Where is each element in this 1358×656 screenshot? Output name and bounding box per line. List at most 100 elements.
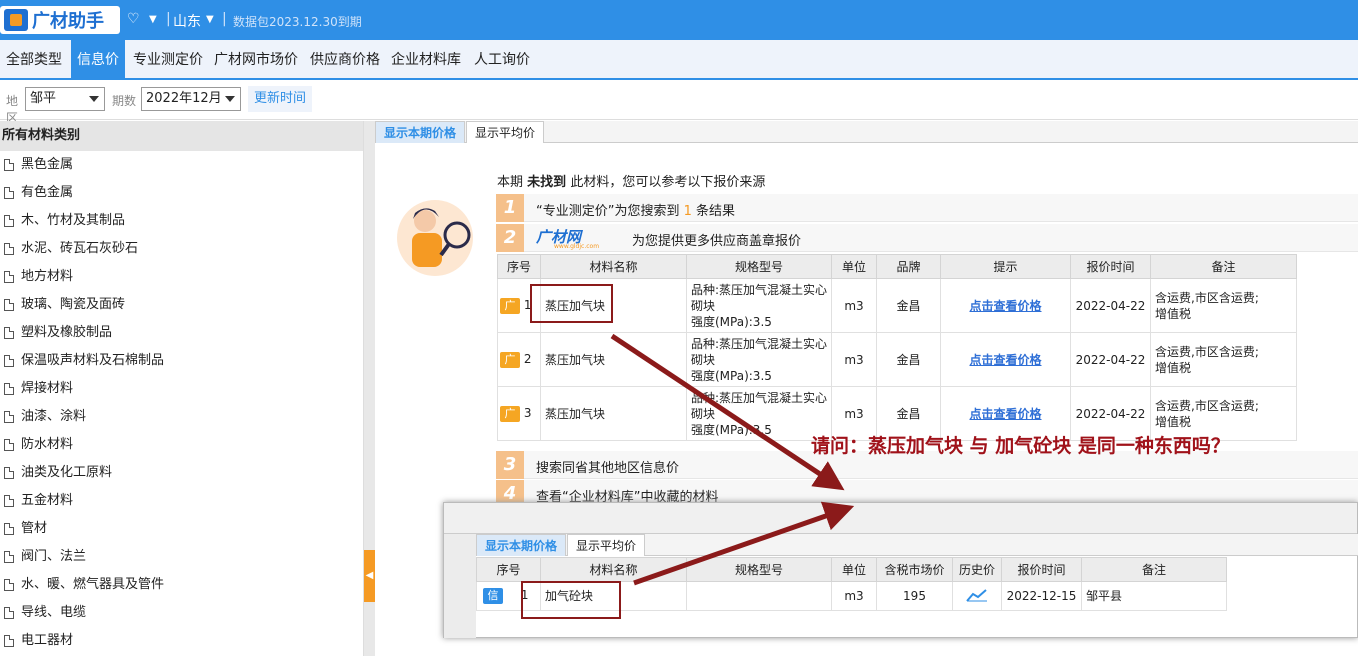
document-icon (4, 607, 14, 619)
tab-professional-price[interactable]: 专业测定价 (127, 40, 209, 78)
view-price-link[interactable]: 点击查看价格 (969, 407, 1041, 421)
spec: 品种:蒸压加气混凝土实心 砌块 强度(MPa):3.5 (686, 278, 832, 333)
sidebar-header: 所有材料类别 (0, 121, 363, 151)
region-value: 邹平 (30, 91, 57, 106)
note: 含运费,市区含运费; 增值税 (1150, 332, 1297, 387)
logo-text: 广材助手 (32, 11, 104, 32)
question-annotation: 请问：蒸压加气块 与 加气砼块 是同一种东西吗？ (811, 435, 1230, 457)
sidebar-item[interactable]: 管材 (0, 515, 363, 543)
document-icon (4, 579, 14, 591)
period-dropdown[interactable]: 2022年12月 (141, 87, 241, 111)
region-select[interactable]: 山东 (173, 11, 201, 31)
sidebar-item-label: 油漆、涂料 (21, 409, 87, 424)
inset-toolbar (444, 503, 1357, 534)
document-icon (4, 467, 14, 479)
document-icon (4, 159, 14, 171)
table-row[interactable]: 广 2 蒸压加气块 品种:蒸压加气混凝土实心 砌块 强度(MPa):3.5 m3 金昌 点击查… (497, 332, 1297, 387)
document-icon (4, 635, 14, 647)
sidebar-item[interactable]: 塑料及橡胶制品 (0, 319, 363, 347)
sidebar-item-label: 有色金属 (21, 185, 74, 200)
tab-info-price[interactable]: 信息价 (71, 40, 125, 78)
source-step-1[interactable]: 1 “专业测定价”为您搜索到 1 条结果 (496, 194, 1358, 222)
table-row[interactable]: 广 1 蒸压加气块 品种:蒸压加气混凝土实心 砌块 强度(MPa):3.5 m3 金昌 点击查… (497, 278, 1297, 333)
logo-icon (4, 9, 28, 31)
sidebar-item[interactable]: 玻璃、陶瓷及面砖 (0, 291, 363, 319)
sidebar-item-label: 水泥、砖瓦石灰砂石 (21, 241, 139, 256)
document-icon (4, 271, 14, 283)
inset-tab-current-price[interactable]: 显示本期价格 (476, 534, 567, 556)
guangcai-tag: 广 (500, 351, 520, 368)
guangcai-tag: 广 (500, 297, 520, 314)
sidebar-item[interactable]: 黑色金属 (0, 151, 363, 179)
sidebar-item[interactable]: 防水材料 (0, 431, 363, 459)
separator: | (222, 11, 227, 27)
step-number: 3 (496, 451, 524, 479)
sidebar-item-label: 玻璃、陶瓷及面砖 (21, 297, 126, 312)
step-number: 2 (496, 224, 524, 252)
sidebar-item-label: 焊接材料 (21, 381, 74, 396)
inset-subtabs: 显示本期价格 显示平均价 (476, 534, 1358, 556)
material-name: 蒸压加气块 (540, 332, 687, 387)
sidebar-item-label: 管材 (21, 521, 48, 536)
tab-all-types[interactable]: 全部类型 (0, 40, 68, 78)
sidebar-item[interactable]: 导线、电缆 (0, 599, 363, 627)
sidebar-item[interactable]: 电工器材 (0, 627, 363, 655)
sidebar-item[interactable]: 木、竹材及其制品 (0, 207, 363, 235)
view-price-link[interactable]: 点击查看价格 (969, 353, 1041, 367)
unit: m3 (831, 278, 877, 333)
sidebar-item[interactable]: 阀门、法兰 (0, 543, 363, 571)
highlight-box-compare (521, 581, 621, 619)
spec (686, 581, 832, 611)
collapse-sidebar-icon[interactable]: ◀ (364, 550, 375, 602)
sidebar-item[interactable]: 有色金属 (0, 179, 363, 207)
period-value: 2022年12月 (146, 91, 222, 106)
sidebar-item-label: 水、暖、燃气器具及管件 (21, 577, 165, 592)
market-price: 195 (876, 581, 953, 611)
document-icon (4, 215, 14, 227)
tab-current-price[interactable]: 显示本期价格 (375, 121, 466, 143)
sidebar-item-label: 塑料及橡胶制品 (21, 325, 113, 340)
sidebar-item[interactable]: 水、暖、燃气器具及管件 (0, 571, 363, 599)
separator: | (166, 11, 171, 27)
source-step-2[interactable]: 2 广材网 www.gldjc.com 为您提供更多供应商盖章报价 (496, 224, 1358, 252)
view-price-link[interactable]: 点击查看价格 (969, 299, 1041, 313)
region-dropdown[interactable]: 邹平 (25, 87, 105, 111)
guangcai-tag: 广 (500, 405, 520, 422)
history-price-chart-icon[interactable] (952, 581, 1002, 611)
heart-icon[interactable]: ♡ (127, 11, 140, 27)
tab-average-price[interactable]: 显示平均价 (466, 121, 545, 143)
sidebar-item-label: 保温吸声材料及石棉制品 (21, 353, 165, 368)
sidebar-item[interactable]: 保温吸声材料及石棉制品 (0, 347, 363, 375)
chevron-down-icon[interactable]: ▼ (149, 14, 157, 25)
sidebar-item[interactable]: 水泥、砖瓦石灰砂石 (0, 235, 363, 263)
update-time-button[interactable]: 更新时间 (248, 86, 312, 112)
inset-tab-average-price[interactable]: 显示平均价 (567, 534, 646, 556)
step-number: 1 (496, 194, 524, 222)
top-bar: 广材助手 ♡ ▼ | 山东 ▼ | 数据包2023.12.30到期 (0, 0, 1358, 40)
app-logo[interactable]: 广材助手 (0, 6, 120, 34)
tab-enterprise-library[interactable]: 企业材料库 (385, 40, 467, 78)
brand: 金昌 (876, 332, 941, 387)
highlight-box-original (530, 284, 613, 323)
sidebar-item-label: 黑色金属 (21, 157, 74, 172)
dropdown-arrow-icon (225, 96, 235, 102)
tab-market-price[interactable]: 广材网市场价 (208, 40, 304, 78)
tab-manual-inquiry[interactable]: 人工询价 (468, 40, 536, 78)
sidebar-item[interactable]: 地方材料 (0, 263, 363, 291)
material-name: 蒸压加气块 (540, 386, 687, 441)
result-count: 1 (683, 204, 692, 219)
sidebar-item[interactable]: 五金材料 (0, 487, 363, 515)
price-subtabs: 显示本期价格 显示平均价 (375, 121, 1358, 143)
sidebar-item[interactable]: 焊接材料 (0, 375, 363, 403)
region-chevron-icon[interactable]: ▼ (206, 14, 214, 25)
info-price-tag: 信 (483, 588, 503, 604)
tab-supplier-price[interactable]: 供应商价格 (304, 40, 386, 78)
sidebar-item[interactable]: 油类及化工原料 (0, 459, 363, 487)
table-header: 序号 材料名称 规格型号 单位 含税市场价 历史价 报价时间 备注 (476, 557, 1227, 582)
sidebar-item[interactable]: 油漆、涂料 (0, 403, 363, 431)
assistant-illustration-icon (397, 200, 473, 276)
document-icon (4, 327, 14, 339)
sidebar-item-label: 导线、电缆 (21, 605, 87, 620)
type-tabs: 全部类型 信息价 专业测定价 广材网市场价 供应商价格 企业材料库 人工询价 (0, 40, 1358, 80)
quote-date: 2022-12-15 (1001, 581, 1082, 611)
